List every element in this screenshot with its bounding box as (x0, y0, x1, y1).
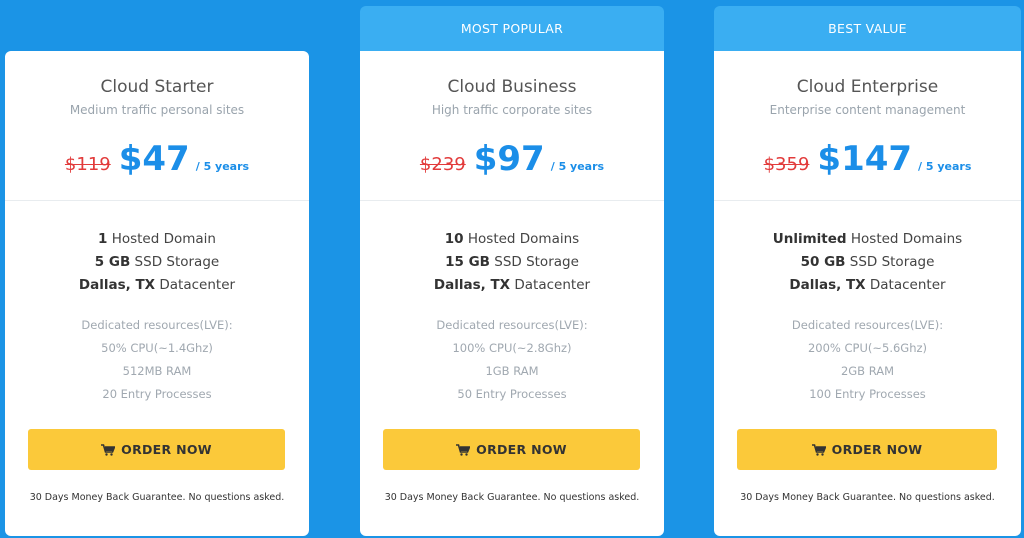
feature-domains: 10 Hosted Domains (444, 231, 580, 247)
current-price: $147 (817, 139, 913, 179)
guarantee-text: 30 Days Money Back Guarantee. No questio… (384, 492, 640, 503)
resource-ram: 1GB RAM (485, 364, 539, 378)
order-now-button[interactable]: ORDER NOW (737, 429, 997, 470)
feature-storage: 15 GB SSD Storage (445, 254, 579, 270)
plan-card-starter: Cloud Starter Medium traffic personal si… (5, 51, 309, 536)
order-now-label: ORDER NOW (831, 442, 923, 457)
billing-period: / 5 years (550, 160, 605, 173)
divider (714, 200, 1021, 201)
resource-processes: 20 Entry Processes (102, 387, 212, 401)
price-row: $359 $147 / 5 years (714, 139, 1021, 179)
resource-ram: 512MB RAM (122, 364, 192, 378)
old-price: $239 (419, 154, 466, 175)
cart-icon (101, 443, 116, 456)
ribbon-best-value: BEST VALUE (714, 6, 1021, 51)
plan-subtitle: Enterprise content management (769, 103, 966, 117)
plan-subtitle: Medium traffic personal sites (69, 103, 245, 117)
resource-heading: Dedicated resources(LVE): (791, 318, 944, 332)
old-price: $359 (763, 154, 810, 175)
cart-icon (811, 443, 826, 456)
plan-name: Cloud Starter (100, 77, 214, 97)
resource-list: Dedicated resources(LVE): 50% CPU(~1.4Gh… (5, 314, 309, 406)
order-now-label: ORDER NOW (476, 442, 567, 457)
feature-domains: Unlimited Hosted Domains (772, 231, 963, 247)
feature-storage: 50 GB SSD Storage (800, 254, 935, 270)
resource-list: Dedicated resources(LVE): 100% CPU(~2.8G… (360, 314, 664, 406)
old-price: $119 (64, 154, 111, 175)
plan-card-business: Cloud Business High traffic corporate si… (360, 51, 664, 536)
resource-list: Dedicated resources(LVE): 200% CPU(~5.6G… (714, 314, 1021, 406)
billing-period: / 5 years (918, 160, 972, 173)
feature-list: 1 Hosted Domain 5 GB SSD Storage Dallas,… (5, 228, 309, 297)
resource-heading: Dedicated resources(LVE): (436, 318, 588, 332)
resource-heading: Dedicated resources(LVE): (81, 318, 233, 332)
billing-period: / 5 years (195, 160, 250, 173)
current-price: $47 (118, 139, 190, 179)
resource-cpu: 200% CPU(~5.6Ghz) (807, 341, 928, 355)
order-now-button[interactable]: ORDER NOW (383, 429, 640, 470)
feature-list: Unlimited Hosted Domains 50 GB SSD Stora… (714, 228, 1021, 297)
order-now-label: ORDER NOW (121, 442, 212, 457)
resource-ram: 2GB RAM (840, 364, 895, 378)
feature-datacenter: Dallas, TX Datacenter (789, 277, 946, 293)
feature-datacenter: Dallas, TX Datacenter (78, 277, 236, 293)
cart-icon (456, 443, 471, 456)
resource-cpu: 50% CPU(~1.4Ghz) (101, 341, 213, 355)
guarantee-text: 30 Days Money Back Guarantee. No questio… (29, 492, 285, 503)
feature-datacenter: Dallas, TX Datacenter (433, 277, 591, 293)
feature-storage: 5 GB SSD Storage (94, 254, 220, 270)
plan-subtitle: High traffic corporate sites (431, 103, 593, 117)
feature-domains: 1 Hosted Domain (98, 231, 216, 247)
plan-card-enterprise: Cloud Enterprise Enterprise content mana… (714, 51, 1021, 536)
resource-cpu: 100% CPU(~2.8Ghz) (452, 341, 572, 355)
plan-name: Cloud Business (447, 77, 577, 97)
resource-processes: 50 Entry Processes (457, 387, 567, 401)
feature-list: 10 Hosted Domains 15 GB SSD Storage Dall… (360, 228, 664, 297)
price-row: $119 $47 / 5 years (5, 139, 309, 179)
resource-processes: 100 Entry Processes (809, 387, 926, 401)
order-now-button[interactable]: ORDER NOW (28, 429, 285, 470)
current-price: $97 (473, 139, 545, 179)
plan-name: Cloud Enterprise (796, 77, 939, 97)
ribbon-most-popular: MOST POPULAR (360, 6, 664, 51)
guarantee-text: 30 Days Money Back Guarantee. No questio… (740, 492, 995, 503)
divider (360, 200, 664, 201)
divider (5, 200, 309, 201)
price-row: $239 $97 / 5 years (360, 139, 664, 179)
